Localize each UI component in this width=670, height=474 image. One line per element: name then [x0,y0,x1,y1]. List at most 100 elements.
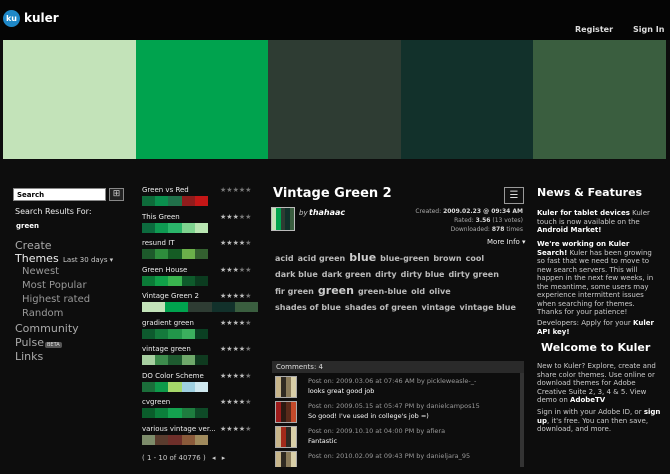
rating-stars[interactable]: ★★★★★ [220,345,251,353]
rating-stars[interactable]: ★★★★★ [220,292,251,300]
star-icon[interactable]: ★ [245,345,251,353]
tag-link[interactable]: dirty green [448,267,498,283]
search-term[interactable]: green [16,222,39,230]
tag-link[interactable]: dark blue [275,267,318,283]
tag-link[interactable]: cool [466,251,484,267]
nav-highest-rated[interactable]: Highest rated [22,294,90,305]
sign-in-link[interactable]: Sign In [633,25,664,34]
tag-link[interactable]: vintage blue [459,300,515,316]
theme-list-swatches[interactable] [142,434,209,445]
rating-stars[interactable]: ★★★★★ [220,398,251,406]
comment-theme-thumbnail[interactable] [275,426,297,448]
comment-theme-thumbnail[interactable] [275,376,297,398]
nav-newest[interactable]: Newest [22,266,59,277]
kuler-logo-icon[interactable]: ku [3,10,20,27]
nav-pulse[interactable]: Pulse [15,336,44,349]
star-icon[interactable]: ★ [245,372,251,380]
nav-themes[interactable]: Themes [15,252,59,265]
tag-link[interactable]: acid green [298,251,346,267]
theme-list-swatches[interactable] [142,275,209,286]
nav-community[interactable]: Community [15,322,79,335]
rating-stars[interactable]: ★★★★★ [220,266,251,274]
nav-create[interactable]: Create [15,239,52,252]
theme-list-swatches[interactable] [142,328,209,339]
tag-link[interactable]: old [411,284,425,300]
brand-name[interactable]: kuler [24,11,59,25]
theme-author-link[interactable]: thahaac [309,208,345,217]
pager-next-icon[interactable]: ▸ [222,454,226,462]
theme-thumbnail[interactable] [271,207,295,231]
tag-link[interactable]: acid [275,251,294,267]
theme-list-name[interactable]: gradient green [142,319,194,327]
tag-link[interactable]: dirty blue [401,267,445,283]
theme-list-name[interactable]: Vintage Green 2 [142,292,199,300]
comment-theme-thumbnail[interactable] [275,401,297,423]
star-icon[interactable]: ★ [245,266,251,274]
comments-list[interactable]: Post on: 2009.03.06 at 07:46 AM by pickl… [272,373,524,467]
rating-stars[interactable]: ★★★★★ [220,186,251,194]
rating-stars[interactable]: ★★★★★ [220,319,251,327]
nav-random[interactable]: Random [22,308,63,319]
theme-list-swatches[interactable] [142,302,259,312]
tag-link[interactable]: olive [429,284,451,300]
star-icon[interactable]: ★ [245,239,251,247]
theme-list-swatches[interactable] [142,196,209,206]
tag-link[interactable]: blue-green [380,251,429,267]
hero-swatch[interactable] [135,40,269,159]
star-icon[interactable]: ★ [245,398,251,406]
tag-link[interactable]: fir green [275,284,314,300]
nav-most-popular[interactable]: Most Popular [22,280,87,291]
hero-swatch[interactable] [400,40,534,159]
star-icon[interactable]: ★ [245,425,251,433]
theme-list-swatches[interactable] [142,249,209,259]
rating-stars[interactable]: ★★★★★ [220,425,251,433]
theme-list-name[interactable]: DO Color Scheme [142,372,204,380]
tag-link[interactable]: dark green [322,267,371,283]
themes-time-filter[interactable]: Last 30 days ▾ [63,256,113,264]
theme-list-name[interactable]: vintage green [142,345,191,353]
tag-link[interactable]: dirty [375,267,396,283]
theme-list-name[interactable]: resund IT [142,239,175,247]
register-link[interactable]: Register [575,25,613,34]
adjust-settings-icon[interactable]: ☰ [504,187,524,204]
tag-link[interactable]: blue [349,250,376,266]
theme-list-swatches[interactable] [142,222,209,233]
theme-list-name[interactable]: Green House [142,266,187,274]
theme-list-name[interactable]: Green vs Red [142,186,189,194]
color-swatch [181,328,195,339]
downloaded-meta: Downloaded: 878 times [450,226,523,233]
theme-list-name[interactable]: various vintage ver... [142,425,216,433]
adobetv-link[interactable]: AdobeTV [570,396,605,404]
hero-swatch[interactable] [3,40,136,159]
color-swatch [155,434,169,445]
theme-list-swatches[interactable] [142,408,209,418]
tag-link[interactable]: brown [433,251,461,267]
theme-list-name[interactable]: cvgreen [142,398,170,406]
rating-stars[interactable]: ★★★★★ [220,372,251,380]
star-icon[interactable]: ★ [245,319,251,327]
search-input[interactable]: Search [13,188,106,201]
tag-link[interactable]: shades of blue [275,300,341,316]
tag-link[interactable]: vintage [421,300,455,316]
tag-link[interactable]: green [318,283,354,299]
hero-swatch[interactable] [533,40,666,159]
rating-stars[interactable]: ★★★★★ [220,239,251,247]
tag-link[interactable]: shades of green [345,300,418,316]
more-info-link[interactable]: More Info ▾ [487,238,526,246]
star-icon[interactable]: ★ [245,213,251,221]
android-market-link[interactable]: Android Market! [537,226,601,234]
grid-icon[interactable]: ⊞ [109,188,124,201]
theme-list-swatches[interactable] [142,355,209,365]
comments-scrollbar[interactable] [520,373,524,467]
comment-theme-thumbnail[interactable] [275,451,297,467]
theme-list-name[interactable]: This Green [142,213,180,221]
theme-list-swatches[interactable] [142,381,209,392]
nav-links[interactable]: Links [15,350,43,363]
star-icon[interactable]: ★ [245,292,251,300]
tag-link[interactable]: green-blue [358,284,407,300]
rating-stars[interactable]: ★★★★★ [220,213,251,221]
star-icon[interactable]: ★ [245,186,251,194]
pager-prev-icon[interactable]: ◂ [212,454,216,462]
hero-swatch[interactable] [268,40,401,159]
color-swatch [194,408,209,418]
